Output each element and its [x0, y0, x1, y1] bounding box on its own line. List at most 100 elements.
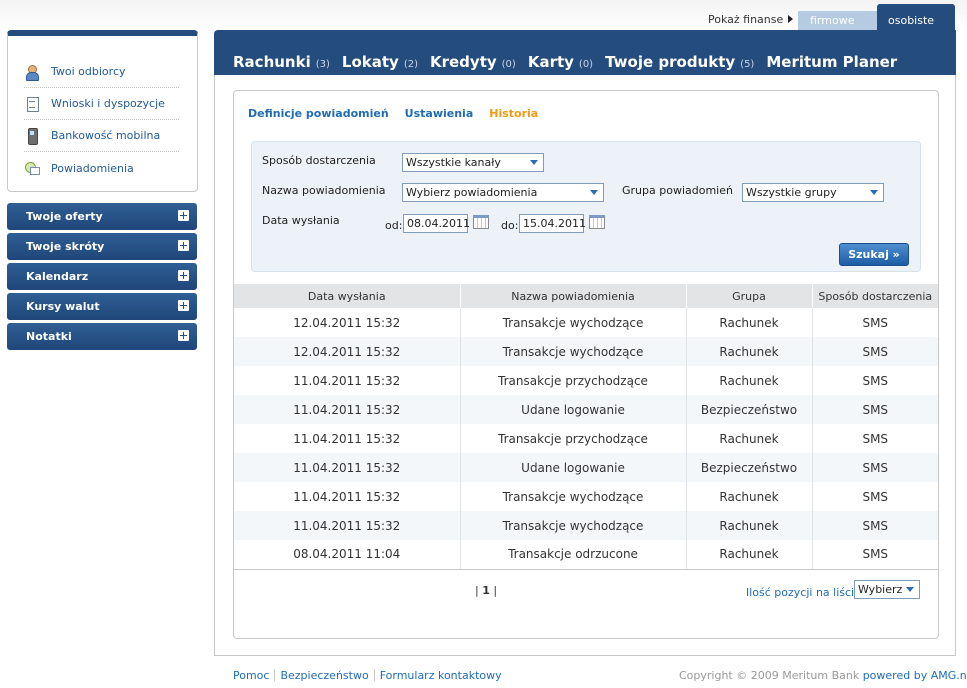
nav-label: Meritum Planer — [766, 53, 898, 71]
table-row: 11.04.2011 15:32 Transakcje wychodzące Rac… — [234, 482, 938, 511]
table-row: 11.04.2011 15:32 Transakcje wychodzące Rac… — [234, 511, 938, 540]
plus-icon[interactable] — [178, 270, 189, 281]
powered-by-link[interactable]: powered by AMG.net — [863, 669, 967, 682]
date-from-label: od: — [385, 219, 403, 232]
sidebar-links: Twoi odbiorcy Wnioski i dyspozycje Banko… — [24, 56, 179, 184]
date-label: Data wysłania — [262, 214, 340, 227]
plus-icon[interactable] — [178, 240, 189, 251]
chevron-down-icon — [906, 587, 914, 592]
table-cell: Transakcje wychodzące — [459, 511, 686, 540]
nav-count: (5) — [740, 59, 755, 70]
delivery-select[interactable]: Wszystkie kanały — [402, 153, 544, 172]
nav-count: (3) — [315, 59, 330, 70]
nav-item-loans[interactable]: Kredyty (0) — [430, 53, 516, 71]
footer-link-security[interactable]: Bezpieczeństwo — [280, 669, 368, 682]
calendar-icon[interactable] — [473, 215, 489, 229]
nav-item-cards[interactable]: Karty (0) — [528, 53, 593, 71]
table-cell: 12.04.2011 15:32 — [234, 337, 460, 366]
table-cell: Rachunek — [685, 540, 812, 570]
sidebar-item-label: Bankowość mobilna — [51, 129, 161, 142]
history-table: Data wysłania Nazwa powiadomienia Grupa … — [234, 284, 938, 570]
date-from-input[interactable]: 08.04.2011 — [403, 214, 470, 233]
footer-link-help[interactable]: Pomoc — [233, 669, 269, 682]
table-cell: Transakcje wychodzące — [459, 337, 686, 366]
accordion-offers[interactable]: Twoje oferty — [7, 203, 197, 230]
tab-settings[interactable]: Ustawienia — [405, 107, 474, 120]
table-cell: Bezpieczeństwo — [685, 453, 812, 482]
notification-name-select[interactable]: Wybierz powiadomienia — [402, 183, 604, 202]
nav-label: Twoje produkty — [605, 53, 736, 71]
table-cell: Transakcje wychodzące — [459, 308, 686, 337]
delivery-select-value: Wszystkie kanały — [406, 156, 501, 169]
table-row: 12.04.2011 15:32 Transakcje wychodzące Rac… — [234, 337, 938, 366]
tab-business[interactable]: firmowe — [798, 11, 877, 30]
main-nav: Rachunki (3) Lokaty (2) Kredyty (0) Karty (0… — [233, 53, 909, 71]
nav-label: Karty — [527, 53, 574, 71]
date-to-input[interactable]: 15.04.2011 — [519, 214, 586, 233]
plus-icon[interactable] — [178, 210, 189, 221]
table-cell: Udane logowanie — [459, 395, 686, 424]
top-strip: Pokaż finanse firmowe osobiste — [0, 0, 967, 30]
plus-icon[interactable] — [178, 330, 189, 341]
sidebar-item-mobile-banking[interactable]: Bankowość mobilna — [24, 120, 179, 152]
nav-item-products[interactable]: Twoje produkty (5) — [605, 53, 754, 71]
nav-item-deposits[interactable]: Lokaty (2) — [342, 53, 418, 71]
accordion-label: Twoje oferty — [26, 210, 103, 223]
table-cell: SMS — [811, 511, 938, 540]
accordion-shortcuts[interactable]: Twoje skróty — [7, 233, 197, 260]
table-cell: 11.04.2011 15:32 — [293, 373, 401, 388]
tab-personal[interactable]: osobiste — [877, 4, 955, 30]
column-header[interactable]: Nazwa powiadomienia — [459, 284, 686, 308]
content-box: Definicje powiadomień Ustawienia Histori… — [233, 90, 939, 639]
column-header[interactable]: Data wysłania — [234, 284, 460, 308]
column-header[interactable]: Sposób dostarczenia — [811, 284, 938, 308]
tab-notification-definitions[interactable]: Definicje powiadomień — [248, 107, 389, 120]
group-select[interactable]: Wszystkie grupy — [742, 183, 884, 202]
show-finance-link[interactable]: Pokaż finanse — [708, 13, 794, 26]
table-cell: 08.04.2011 11:04 — [234, 540, 460, 570]
table-cell: SMS — [811, 424, 938, 453]
nav-item-planner[interactable]: Meritum Planer — [766, 53, 897, 71]
delivery-label: Sposób dostarczenia — [262, 154, 376, 167]
table-cell: Transakcje przychodzące — [459, 366, 686, 395]
nav-item-accounts[interactable]: Rachunki (3) — [233, 53, 330, 71]
accordion-calendar[interactable]: Kalendarz — [7, 263, 197, 290]
plus-icon[interactable] — [178, 300, 189, 311]
sidebar-item-recipients[interactable]: Twoi odbiorcy — [24, 56, 179, 88]
pager-page-1[interactable]: 1 — [482, 584, 490, 597]
accordion-label: Kursy walut — [26, 300, 100, 313]
calendar-icon[interactable] — [589, 215, 605, 229]
search-button[interactable]: Szukaj » — [839, 243, 909, 266]
table-cell: Rachunek — [685, 308, 812, 337]
group-label: Grupa powiadomień — [622, 184, 733, 197]
person-icon — [24, 64, 40, 81]
table-cell: Rachunek — [685, 366, 812, 395]
subtabs: Definicje powiadomień Ustawienia Histori… — [248, 107, 554, 120]
sidebar-item-notifications[interactable]: Powiadomienia — [24, 152, 179, 184]
chevron-down-icon — [870, 190, 878, 195]
table-cell: Rachunek — [685, 482, 812, 511]
accordion-notes[interactable]: Notatki — [7, 323, 197, 350]
sidebar-item-label: Wnioski i dyspozycje — [51, 97, 165, 110]
sidebar-item-label: Powiadomienia — [51, 161, 134, 175]
phone-icon — [24, 127, 40, 145]
show-finance-label: Pokaż finanse — [708, 13, 784, 26]
table-header-row: Data wysłania Nazwa powiadomienia Grupa … — [234, 284, 938, 308]
table-cell: SMS — [811, 453, 938, 482]
footer-link-contact-form[interactable]: Formularz kontaktowy — [380, 669, 502, 682]
accordion-exchange-rates[interactable]: Kursy walut — [7, 293, 197, 320]
table-row: 11.04.2011 15:32 Udane logowanie Bezpiecze… — [234, 453, 938, 482]
table-cell: Rachunek — [685, 511, 812, 540]
table-cell: Transakcje wychodzące — [459, 482, 686, 511]
table-cell: Rachunek — [685, 337, 812, 366]
copyright-text: Copyright © 2009 Meritum Bank — [679, 669, 860, 682]
chevron-down-icon — [590, 190, 598, 195]
footer-separator — [274, 669, 276, 681]
group-select-value: Wszystkie grupy — [746, 186, 837, 199]
tab-history[interactable]: Historia — [489, 107, 538, 120]
per-page-label[interactable]: Ilość pozycji na liście — [746, 586, 861, 599]
per-page-select[interactable]: Wybierz — [854, 580, 920, 599]
sidebar-item-requests[interactable]: Wnioski i dyspozycje — [24, 88, 179, 120]
column-header[interactable]: Grupa — [685, 284, 812, 308]
table-cell: SMS — [811, 395, 938, 424]
